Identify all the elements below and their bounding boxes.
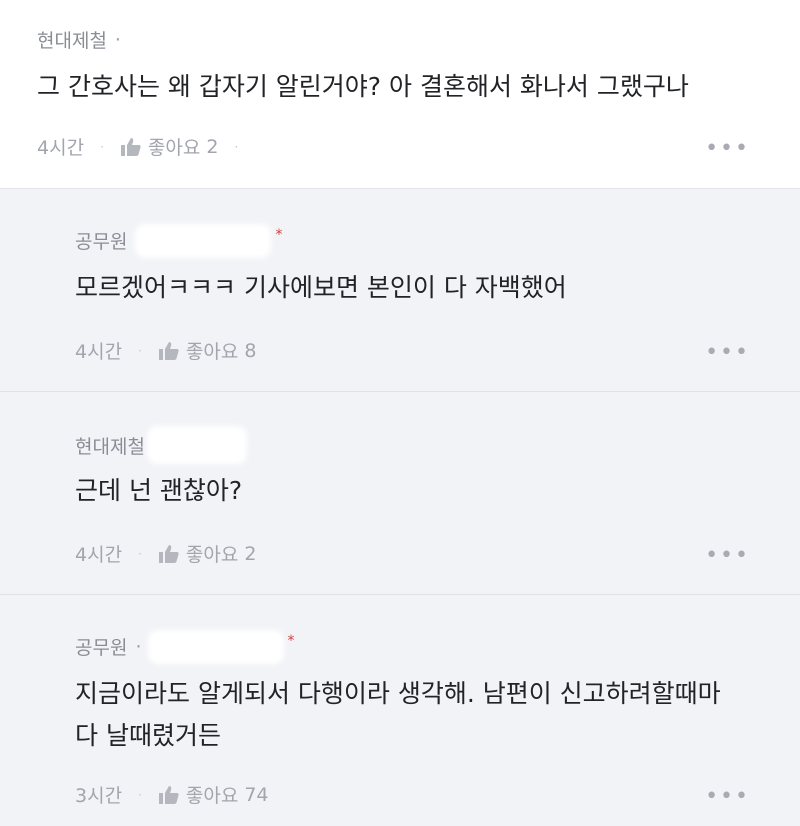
like-button[interactable]: 좋아요 74 (158, 781, 269, 808)
reply-line: 지금이라도 알게되서 다행이라 생각해. 남편이 신고하려할때마 (75, 679, 721, 708)
author-star-badge: * (275, 227, 283, 243)
comment-text: 그 간호사는 왜 갑자기 알린거야? 아 결혼해서 화나서 그랬구나 (37, 66, 689, 108)
reply-meta: 현대제철 (75, 430, 243, 460)
like-count: 8 (244, 339, 257, 362)
like-label: 좋아요 (185, 544, 239, 566)
author-name[interactable]: 현대제철 (37, 26, 107, 53)
reply-list: 공무원 * 모르겠어ㅋㅋㅋ 기사에보면 본인이 다 자백했어 4시간 · 좋아요… (0, 189, 800, 826)
reply-line: 모르겠어ㅋㅋㅋ 기사에보면 본인이 다 자백했어 (75, 273, 567, 302)
author-star-badge: * (287, 633, 295, 649)
author-name[interactable]: 공무원 (75, 633, 127, 660)
reply: 현대제철 근데 넌 괜찮아? 4시간 · 좋아요 2 ••• (0, 392, 800, 595)
like-button[interactable]: 좋아요 2 (158, 540, 257, 567)
reply: 공무원 * 모르겠어ㅋㅋㅋ 기사에보면 본인이 다 자백했어 4시간 · 좋아요… (0, 189, 800, 392)
meta-separator: · (114, 28, 121, 51)
like-count: 2 (206, 135, 219, 158)
thumbs-up-icon (158, 785, 179, 804)
like-count: 2 (244, 542, 257, 565)
reply-actions: 4시간 · 좋아요 8 (75, 337, 256, 364)
comment-thread: 현대제철 · 그 간호사는 왜 갑자기 알린거야? 아 결혼해서 화나서 그랬구… (0, 0, 800, 826)
reply-actions: 3시간 · 좋아요 74 (75, 781, 269, 808)
reply-text: 모르겠어ㅋㅋㅋ 기사에보면 본인이 다 자백했어 (75, 267, 567, 309)
like-label: 좋아요 (185, 341, 239, 363)
separator-dot: · (100, 139, 104, 154)
thumbs-up-icon (158, 544, 179, 563)
more-options-icon[interactable]: ••• (705, 543, 750, 568)
comment-meta: 현대제철 · (37, 26, 121, 53)
thumbs-up-icon (120, 137, 141, 156)
like-count: 74 (244, 783, 269, 806)
author-name[interactable]: 현대제철 (75, 432, 145, 459)
reply-line: 다 날때렸거든 (75, 721, 221, 750)
reply-text: 근데 넌 괜찮아? (75, 470, 242, 512)
thumbs-up-icon (158, 341, 179, 360)
comment-line: 그 간호사는 왜 갑자기 알린거야? 아 결혼해서 화나서 그랬구나 (37, 72, 689, 101)
reply-actions: 4시간 · 좋아요 2 (75, 540, 256, 567)
meta-separator: · (135, 635, 142, 658)
redacted-nickname (139, 227, 268, 254)
more-options-icon[interactable]: ••• (705, 136, 750, 161)
timestamp: 4시간 (37, 137, 85, 159)
separator-dot: · (138, 546, 142, 561)
timestamp: 4시간 (75, 544, 123, 566)
separator-dot: · (138, 787, 142, 802)
comment-actions: 4시간 · 좋아요 2 · (37, 133, 254, 160)
more-options-icon[interactable]: ••• (705, 784, 750, 809)
reply: 공무원 · * 지금이라도 알게되서 다행이라 생각해. 남편이 신고하려할때마… (0, 595, 800, 826)
timestamp: 3시간 (75, 785, 123, 807)
comment: 현대제철 · 그 간호사는 왜 갑자기 알린거야? 아 결혼해서 화나서 그랬구… (0, 0, 800, 189)
like-button[interactable]: 좋아요 2 (120, 133, 219, 160)
redacted-nickname (151, 633, 280, 660)
timestamp: 4시간 (75, 341, 123, 363)
separator-dot: · (234, 139, 239, 154)
like-button[interactable]: 좋아요 8 (158, 337, 257, 364)
more-options-icon[interactable]: ••• (705, 340, 750, 365)
redacted-nickname (150, 430, 243, 460)
like-label: 좋아요 (147, 137, 201, 159)
like-label: 좋아요 (185, 785, 239, 807)
reply-meta: 공무원 * (75, 227, 282, 254)
reply-line: 근데 넌 괜찮아? (75, 476, 243, 505)
author-name[interactable]: 공무원 (75, 227, 127, 254)
separator-dot: · (138, 343, 142, 358)
reply-text: 지금이라도 알게되서 다행이라 생각해. 남편이 신고하려할때마 다 날때렸거든 (75, 673, 721, 757)
reply-meta: 공무원 · * (75, 633, 295, 660)
